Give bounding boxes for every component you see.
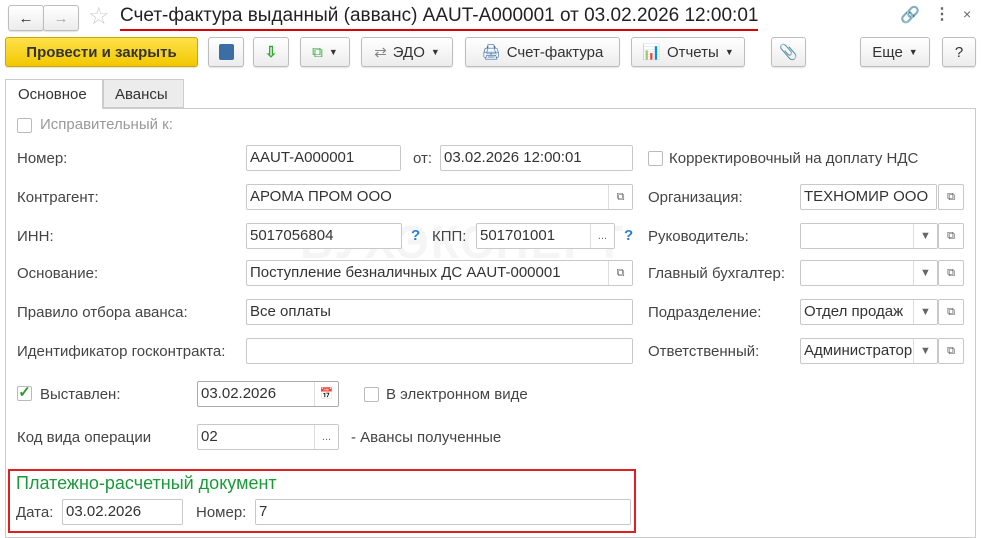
arrow-right-icon: → [53,9,69,27]
chevron-down-icon[interactable]: ▼ [913,339,937,363]
create-based-icon: ⧉ [312,43,323,61]
inn-help-icon[interactable]: ? [411,227,420,244]
responsible-open-icon[interactable]: ⧉ [938,338,964,364]
head-label: Руководитель: [648,228,749,245]
save-button[interactable] [208,37,244,67]
pay-date-input[interactable]: 03.02.2026 [62,499,183,525]
open-icon[interactable]: ⧉ [608,261,632,285]
responsible-input[interactable]: Администратор ▼ [800,338,938,364]
edo-button[interactable]: ⇄ ЭДО ▼ [361,37,453,67]
close-icon[interactable]: × [963,6,971,22]
counterparty-label: Контрагент: [17,189,99,206]
pay-number-input[interactable]: 7 [255,499,631,525]
link-icon[interactable]: 🔗 [900,5,920,25]
print-invoice-button[interactable]: 🖨 Счет-фактура [465,37,620,67]
inn-label: ИНН: [17,228,54,245]
responsible-label: Ответственный: [648,343,760,360]
post-button[interactable]: ⇩ [253,37,289,67]
pay-number-label: Номер: [196,504,247,521]
attach-button[interactable]: 📎 [771,37,806,67]
issued-label: Выставлен: [40,386,121,403]
inn-input[interactable]: 5017056804 [246,223,402,249]
org-label: Организация: [648,189,743,206]
window-title: Счет-фактура выданный (авванс) AAUT-A000… [120,5,759,31]
rule-input[interactable]: Все оплаты [246,299,633,325]
op-code-label: Код вида операции [17,429,152,446]
correction-checkbox[interactable] [648,151,663,166]
chevron-down-icon[interactable]: ▼ [913,300,937,324]
basis-label: Основание: [17,265,99,282]
corrective-label: Исправительный к: [40,116,173,133]
select-ellipsis-icon[interactable]: ... [314,425,338,449]
contract-id-label: Идентификатор госконтракта: [17,343,226,360]
basis-input[interactable]: Поступление безналичных ДС AAUT-000001 ⧉ [246,260,633,286]
correction-label: Корректировочный на доплату НДС [669,150,919,167]
select-ellipsis-icon[interactable]: ... [590,224,614,248]
floppy-icon [218,44,234,60]
electronic-label: В электронном виде [386,386,528,403]
post-document-icon: ⇩ [264,44,278,61]
open-icon[interactable]: ⧉ [608,185,632,209]
accountant-open-icon[interactable]: ⧉ [938,260,964,286]
accountant-input[interactable]: ▼ [800,260,938,286]
org-input[interactable]: ТЕХНОМИР ООО [800,184,937,210]
accountant-label: Главный бухгалтер: [648,265,786,282]
kpp-label: КПП: [432,228,467,245]
number-label: Номер: [17,150,68,167]
contract-id-input[interactable] [246,338,633,364]
paperclip-icon: 📎 [779,44,798,61]
head-input[interactable]: ▼ [800,223,938,249]
issued-checkbox[interactable]: ✓ [17,385,32,401]
from-label: от: [413,150,433,167]
chevron-down-icon[interactable]: ▼ [913,224,937,248]
reports-button[interactable]: 📊 Отчеты ▼ [631,37,745,67]
number-input[interactable]: AAUT-A000001 [246,145,401,171]
electronic-checkbox[interactable] [364,387,379,402]
more-dots-icon[interactable]: ⋮ [934,4,950,24]
favorite-star-icon[interactable]: ☆ [88,2,110,31]
issued-date-input[interactable]: 03.02.2026 📅 [197,381,339,407]
op-code-input[interactable]: 02... [197,424,339,450]
counterparty-input[interactable]: АРОМА ПРОМ ООО ⧉ [246,184,633,210]
calendar-icon[interactable]: 📅 [314,382,338,406]
edo-icon: ⇄ [374,44,387,61]
printer-icon: 🖨 [481,44,501,61]
rule-label: Правило отбора аванса: [17,304,188,321]
org-open-icon[interactable]: ⧉ [938,184,964,210]
create-based-on-button[interactable]: ⧉ ▼ [300,37,350,67]
more-button[interactable]: Еще ▼ [860,37,930,67]
tab-main[interactable]: Основное [5,79,103,109]
kpp-input[interactable]: 501701001... [476,223,615,249]
corrective-checkbox[interactable] [17,118,32,133]
division-label: Подразделение: [648,304,762,321]
division-open-icon[interactable]: ⧉ [938,299,964,325]
tab-advances[interactable]: Авансы [103,79,184,108]
chevron-down-icon[interactable]: ▼ [913,261,937,285]
head-open-icon[interactable]: ⧉ [938,223,964,249]
back-button[interactable]: ← [8,5,44,31]
date-input[interactable]: 03.02.2026 12:00:01 [440,145,633,171]
help-button[interactable]: ? [942,37,976,67]
payment-doc-title: Платежно-расчетный документ [16,473,277,493]
forward-button[interactable]: → [43,5,79,31]
op-code-description: - Авансы полученные [351,429,502,446]
post-and-close-button[interactable]: Провести и закрыть [5,37,198,67]
pay-date-label: Дата: [16,504,54,521]
division-input[interactable]: Отдел продаж ▼ [800,299,938,325]
arrow-left-icon: ← [18,9,34,27]
kpp-help-icon[interactable]: ? [624,227,633,244]
report-icon: 📊 [642,44,661,61]
